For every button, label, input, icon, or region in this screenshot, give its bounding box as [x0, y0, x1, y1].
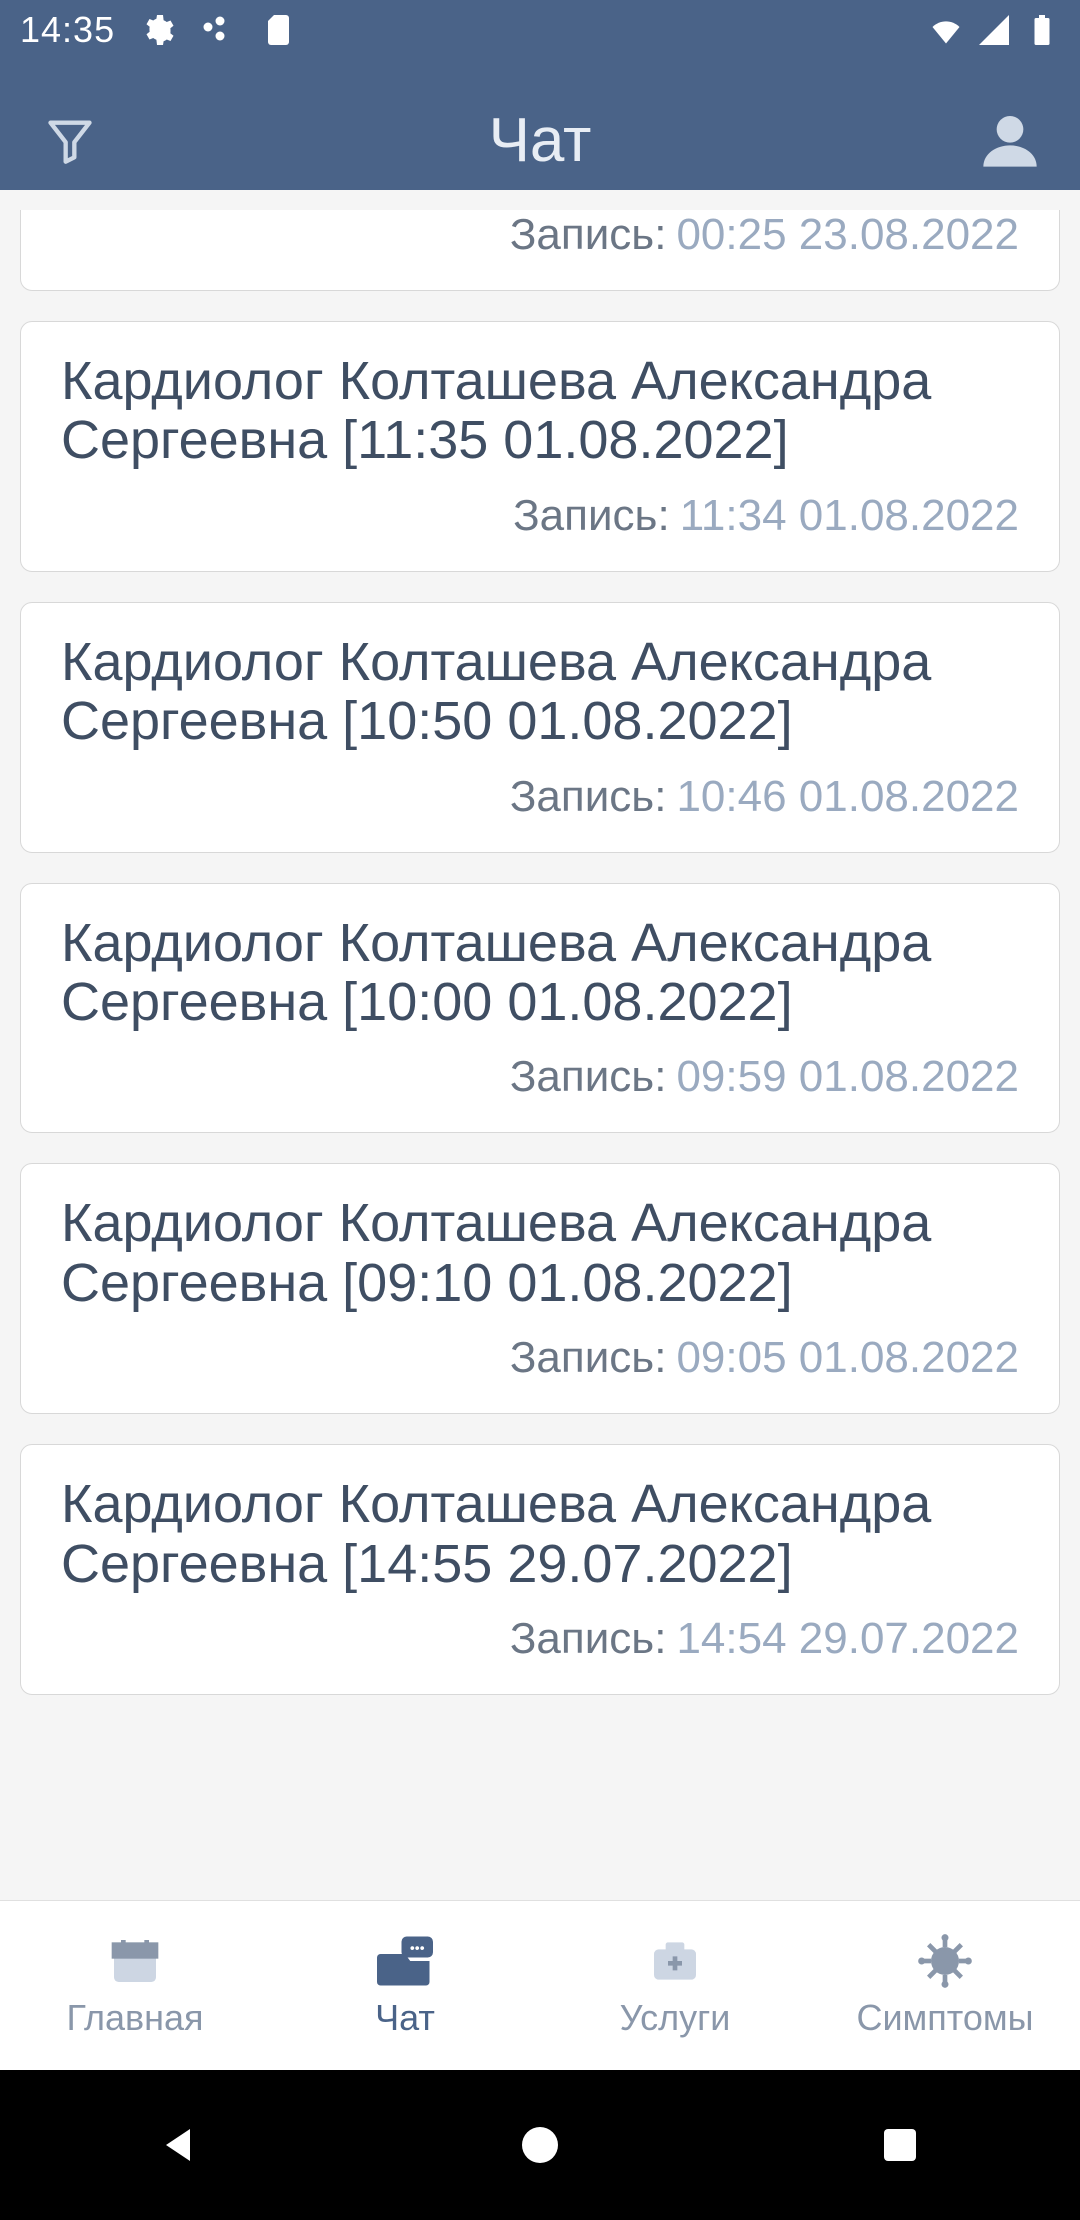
cell-signal-icon — [976, 12, 1012, 48]
nav-chat[interactable]: ••• Чат — [270, 1901, 540, 2070]
record-label: Запись: — [510, 1052, 667, 1101]
android-home-button[interactable] — [510, 2115, 570, 2175]
svg-text:•••: ••• — [410, 1939, 425, 1955]
page-title: Чат — [110, 105, 970, 176]
sd-card-icon — [259, 12, 295, 48]
chat-card[interactable]: Запись:00:25 23.08.2022 — [20, 210, 1060, 291]
chat-folder-icon: ••• — [377, 1933, 433, 1989]
virus-icon — [917, 1933, 973, 1989]
chat-card-meta: Запись:09:05 01.08.2022 — [61, 1333, 1019, 1383]
chat-card-meta: Запись:10:46 01.08.2022 — [61, 772, 1019, 822]
record-label: Запись: — [513, 491, 670, 540]
chat-card[interactable]: Кардиолог Колташева Александра Сергеевна… — [20, 1444, 1060, 1695]
record-label: Запись: — [510, 1333, 667, 1382]
wifi-icon — [928, 12, 964, 48]
android-back-button[interactable] — [150, 2115, 210, 2175]
record-timestamp: 11:34 01.08.2022 — [680, 491, 1019, 540]
nav-label: Симптомы — [856, 1997, 1033, 2039]
chat-card-title: Кардиолог Колташева Александра Сергеевна… — [61, 1475, 1019, 1594]
record-timestamp: 14:54 29.07.2022 — [676, 1614, 1019, 1663]
nav-home[interactable]: Главная — [0, 1901, 270, 2070]
record-label: Запись: — [510, 772, 667, 821]
calendar-icon — [107, 1933, 163, 1989]
chat-card-title: Кардиолог Колташева Александра Сергеевна… — [61, 633, 1019, 752]
record-timestamp: 00:25 23.08.2022 — [676, 210, 1019, 259]
chat-card[interactable]: Кардиолог Колташева Александра Сергеевна… — [20, 883, 1060, 1134]
chat-card[interactable]: Кардиолог Колташева Александра Сергеевна… — [20, 602, 1060, 853]
record-timestamp: 09:05 01.08.2022 — [676, 1333, 1019, 1382]
record-label: Запись: — [510, 1614, 667, 1663]
chat-card-meta: Запись:14:54 29.07.2022 — [61, 1614, 1019, 1664]
nav-services[interactable]: Услуги — [540, 1901, 810, 2070]
chat-card-title: Кардиолог Колташева Александра Сергеевна… — [61, 914, 1019, 1033]
chat-card-title: Кардиолог Колташева Александра Сергеевна… — [61, 352, 1019, 471]
profile-button[interactable] — [970, 100, 1050, 180]
android-nav-bar — [0, 2070, 1080, 2220]
chat-card-meta: Запись:09:59 01.08.2022 — [61, 1052, 1019, 1102]
record-label: Запись: — [510, 210, 667, 259]
nav-symptoms[interactable]: Симптомы — [810, 1901, 1080, 2070]
android-recent-button[interactable] — [870, 2115, 930, 2175]
filter-button[interactable] — [30, 100, 110, 180]
chat-card-meta: Запись:00:25 23.08.2022 — [61, 210, 1019, 260]
nav-label: Главная — [66, 1997, 203, 2039]
dots-icon — [199, 12, 235, 48]
chat-list[interactable]: Запись:00:25 23.08.2022Кардиолог Колташе… — [0, 190, 1080, 1900]
record-timestamp: 09:59 01.08.2022 — [676, 1052, 1019, 1101]
chat-card-meta: Запись:11:34 01.08.2022 — [61, 491, 1019, 541]
nav-label: Чат — [375, 1997, 435, 2039]
chat-card-title: Кардиолог Колташева Александра Сергеевна… — [61, 1194, 1019, 1313]
record-timestamp: 10:46 01.08.2022 — [676, 772, 1019, 821]
status-time: 14:35 — [20, 9, 115, 51]
chat-card[interactable]: Кардиолог Колташева Александра Сергеевна… — [20, 1163, 1060, 1414]
settings-icon — [139, 12, 175, 48]
nav-label: Услуги — [620, 1997, 731, 2039]
status-bar: 14:35 — [0, 0, 1080, 60]
medkit-icon — [647, 1933, 703, 1989]
chat-card[interactable]: Кардиолог Колташева Александра Сергеевна… — [20, 321, 1060, 572]
battery-icon — [1024, 12, 1060, 48]
bottom-nav: Главная ••• Чат Услуги Симптомы — [0, 1900, 1080, 2070]
